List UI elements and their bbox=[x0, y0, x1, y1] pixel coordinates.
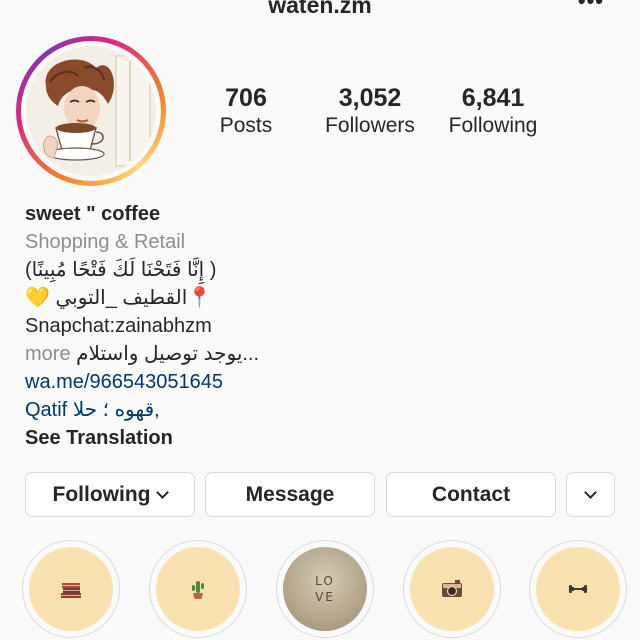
profile-username: waten.zm bbox=[268, 0, 372, 18]
bio-location-text: القطيف _التوبي bbox=[55, 287, 188, 309]
highlight-item[interactable] bbox=[149, 540, 247, 638]
dumbbell-icon bbox=[569, 585, 587, 593]
following-value: 6,841 bbox=[461, 84, 525, 112]
more-options-icon[interactable]: ••• bbox=[578, 0, 604, 14]
display-name: sweet " coffee bbox=[25, 203, 161, 225]
suggested-accounts-button[interactable] bbox=[566, 472, 615, 517]
bio-line-delivery: more يوجد توصيل واستلام... bbox=[25, 340, 625, 368]
message-button-label: Message bbox=[245, 482, 335, 506]
heart-emoji: 💛 bbox=[25, 287, 50, 309]
business-category: Shopping & Retail bbox=[25, 231, 186, 253]
followers-count[interactable]: 3,052 Followers bbox=[310, 84, 430, 140]
posts-value: 706 bbox=[225, 84, 267, 112]
see-translation-link[interactable]: See Translation bbox=[25, 424, 625, 452]
love-text-top: LO bbox=[315, 574, 335, 588]
cactus-icon bbox=[192, 581, 204, 599]
love-badge: LO VE bbox=[283, 547, 367, 631]
posts-label: Posts bbox=[219, 114, 273, 137]
top-bar: waten.zm ••• bbox=[0, 0, 640, 18]
highlight-item[interactable] bbox=[529, 540, 627, 638]
posts-count[interactable]: 706 Posts bbox=[186, 84, 306, 140]
address-city: Qatif bbox=[25, 399, 68, 421]
highlight-item[interactable] bbox=[22, 540, 120, 638]
bio-delivery-text: يوجد توصيل واستلام... bbox=[76, 343, 260, 365]
contact-button[interactable]: Contact bbox=[386, 472, 556, 517]
message-button[interactable]: Message bbox=[205, 472, 375, 517]
bio-line-quran: (إِنَّا فَتَحْنَا لَكَ فَتْحًا مُبِينًا … bbox=[25, 259, 217, 281]
avatar[interactable] bbox=[26, 46, 156, 176]
followers-value: 3,052 bbox=[338, 84, 402, 112]
love-text-bottom: VE bbox=[315, 590, 335, 604]
chevron-down-icon bbox=[584, 485, 597, 499]
story-ring[interactable] bbox=[16, 36, 166, 186]
books-icon bbox=[61, 583, 81, 598]
followers-label: Followers bbox=[325, 114, 415, 137]
bio-website-link[interactable]: wa.me/966543051645 bbox=[25, 368, 625, 396]
camera-icon bbox=[442, 580, 462, 597]
profile-bio: sweet " coffee Shopping & Retail (إِنَّا… bbox=[25, 200, 625, 452]
address-arabic: قهوه ؛ حلا, bbox=[72, 399, 160, 421]
pin-emoji: 📍 bbox=[187, 287, 213, 309]
contact-button-label: Contact bbox=[431, 482, 511, 506]
following-button[interactable]: Following bbox=[25, 472, 195, 517]
bio-line-location: 💛 القطيف _التوبي📍 bbox=[25, 284, 625, 312]
following-button-label: Following bbox=[52, 482, 151, 506]
highlight-item[interactable] bbox=[403, 540, 501, 638]
chevron-down-icon bbox=[156, 485, 170, 499]
following-count[interactable]: 6,841 Following bbox=[433, 84, 553, 140]
bio-snapchat: Snapchat:zainabhzm bbox=[25, 315, 212, 337]
highlight-item[interactable]: LO VE bbox=[276, 540, 374, 638]
bio-address-link[interactable]: Qatif قهوه ؛ حلا, bbox=[25, 396, 625, 424]
following-label: Following bbox=[448, 114, 538, 137]
bio-more-link[interactable]: more bbox=[25, 343, 71, 365]
